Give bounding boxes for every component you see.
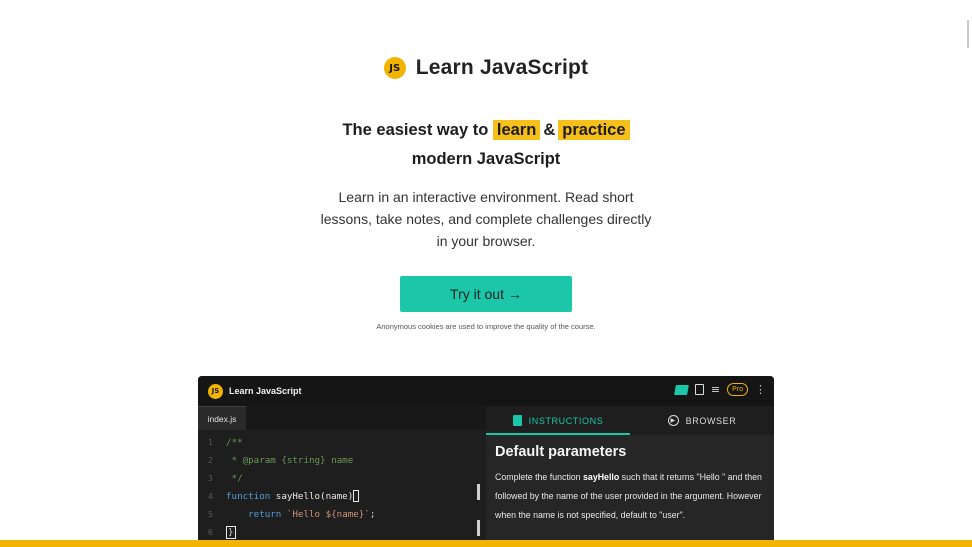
pro-badge[interactable]: Pro [727, 383, 748, 396]
document-icon[interactable] [694, 384, 704, 395]
list-icon[interactable]: ≡ [711, 384, 720, 395]
code-pane[interactable]: index.js 1/** 2 * @param {string} name 3… [198, 406, 486, 547]
notes-icon[interactable] [673, 384, 689, 395]
file-tab-index-js[interactable]: index.js [198, 406, 246, 430]
editor-preview: JS Learn JavaScript ≡ Pro ⋮ index.js 1/*… [198, 376, 774, 547]
cookie-notice: Anonymous cookies are used to improve th… [376, 322, 596, 331]
try-it-out-label: Try it out [450, 286, 504, 302]
js-logo-icon: JS [208, 383, 223, 399]
editor-toolbar: ≡ Pro ⋮ [673, 383, 766, 396]
tab-browser-label: BROWSER [685, 415, 737, 426]
try-it-out-button[interactable]: Try it out → [400, 276, 572, 312]
instructions-title: Default parameters [495, 444, 627, 460]
resize-handle[interactable] [477, 484, 480, 500]
editor-title: Learn JavaScript [229, 386, 302, 396]
headline-highlight-practice: practice [558, 120, 630, 140]
instructions-pane: INSTRUCTIONS ▶ BROWSER Default parameter… [486, 406, 774, 547]
code-line: 5 return `Hello ${name}`; [208, 508, 376, 520]
bottom-accent-band [0, 540, 972, 547]
lead-paragraph: Learn in an interactive environment. Rea… [320, 189, 652, 249]
code-line: 3 */ [208, 472, 243, 484]
scrollbar[interactable] [967, 20, 969, 48]
headline-line2: modern JavaScript [411, 150, 561, 168]
headline-ampersand: & [543, 121, 556, 139]
tab-instructions[interactable]: INSTRUCTIONS [486, 406, 630, 435]
brand-header: JS Learn JavaScript [0, 56, 972, 80]
headline-prefix: The easiest way to [342, 121, 489, 139]
tab-instructions-label: INSTRUCTIONS [528, 415, 604, 426]
document-icon [512, 415, 522, 426]
code-line: 4 function sayHello(name) [198, 487, 486, 505]
headline-highlight-learn: learn [492, 120, 541, 140]
editor-body: index.js 1/** 2 * @param {string} name 3… [198, 406, 774, 547]
code-line: 6} [208, 525, 236, 539]
file-tab-strip: index.js [198, 406, 486, 430]
code-line: 2 * @param {string} name [208, 454, 354, 466]
bracket-match-marker [353, 490, 360, 502]
instructions-tabs: INSTRUCTIONS ▶ BROWSER [486, 406, 774, 435]
play-icon: ▶ [667, 415, 679, 426]
scroll-indicator[interactable] [477, 520, 480, 536]
headline: The easiest way to learn & practice modern… [0, 116, 972, 174]
arrow-right-icon: → [507, 286, 522, 302]
editor-titlebar: JS Learn JavaScript ≡ Pro ⋮ [198, 376, 774, 406]
code-editor[interactable]: 1/** 2 * @param {string} name 3 */ 4 func… [198, 430, 486, 547]
js-logo-icon: JS [383, 57, 406, 79]
brand-name: Learn JavaScript [415, 56, 589, 79]
more-icon[interactable]: ⋮ [755, 384, 766, 395]
instructions-text: Complete the function sayHello such that… [495, 472, 762, 520]
function-name: sayHello [583, 472, 620, 482]
tab-browser[interactable]: ▶ BROWSER [630, 406, 774, 435]
code-line: 1/** [208, 436, 243, 448]
